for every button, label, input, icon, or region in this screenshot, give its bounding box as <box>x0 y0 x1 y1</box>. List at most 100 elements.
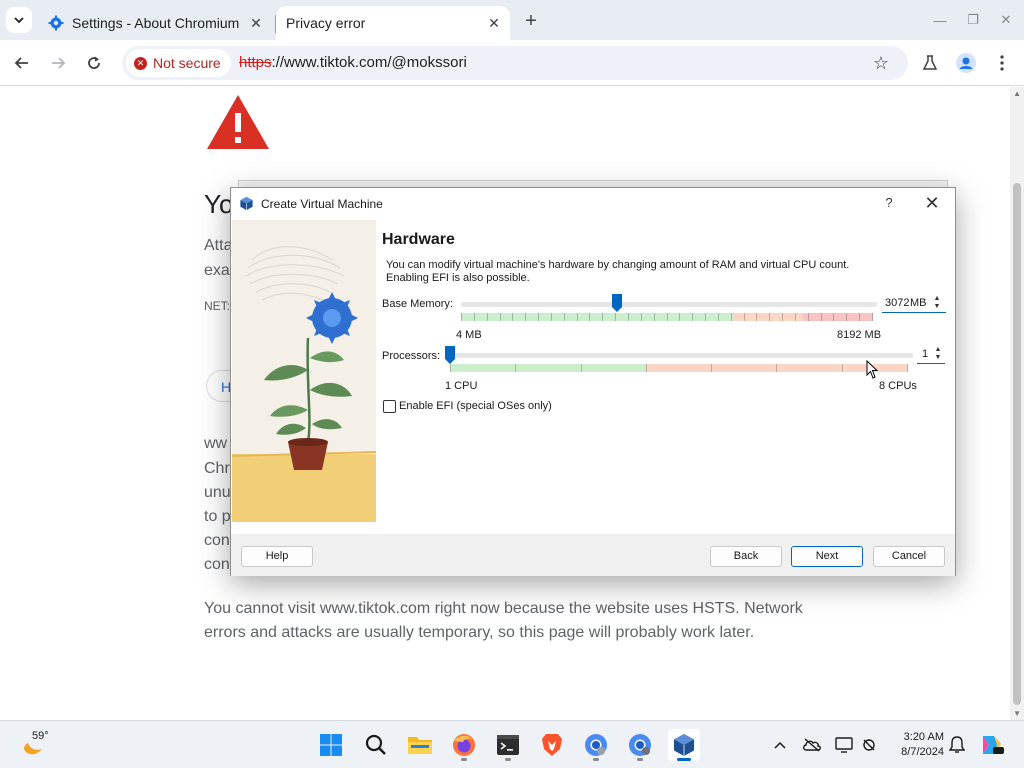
scrollbar-thumb[interactable] <box>1013 183 1021 705</box>
processors-spinbox[interactable]: 1 ▲ ▼ <box>917 346 945 364</box>
kebab-menu-icon[interactable] <box>990 51 1014 75</box>
page-text: con <box>204 532 230 549</box>
back-button[interactable]: Back <box>710 546 782 567</box>
scale-tick <box>846 313 847 321</box>
processors-value: 1 <box>922 348 929 360</box>
page-text: Atta <box>204 237 233 254</box>
memory-spinbox[interactable]: 3072 MB ▲ ▼ <box>882 295 946 313</box>
memory-slider-handle[interactable] <box>612 294 622 312</box>
processors-min-label: 1 CPU <box>445 380 478 392</box>
labs-flask-icon[interactable] <box>918 51 942 75</box>
file-explorer-icon[interactable] <box>404 729 436 761</box>
page-text: con <box>204 556 230 573</box>
weather-temperature[interactable]: 59° <box>32 730 49 742</box>
security-chip[interactable]: ✕ Not secure <box>126 49 231 77</box>
chromium-alt-icon[interactable] <box>624 729 656 761</box>
copilot-icon[interactable] <box>980 735 1004 755</box>
memory-max-label: 8192 MB <box>837 329 882 341</box>
onedrive-icon[interactable] <box>802 735 822 755</box>
scale-tick <box>872 313 873 321</box>
network-icon[interactable] <box>860 735 880 755</box>
close-window-icon[interactable]: ✕ <box>996 10 1016 30</box>
minimize-icon[interactable]: — <box>930 10 950 30</box>
page-scrollbar[interactable]: ▲ ▼ <box>1010 87 1024 720</box>
running-indicator <box>677 758 691 761</box>
description-line: Enabling EFI is also possible. <box>386 272 530 284</box>
address-bar[interactable]: ✕ Not secure https://www.tiktok.com/@mok… <box>122 46 908 80</box>
scale-tick <box>577 313 578 321</box>
brave-icon[interactable] <box>536 729 568 761</box>
new-tab-button[interactable]: + <box>520 10 542 32</box>
display-icon[interactable] <box>834 735 854 755</box>
url-scheme: https <box>239 54 272 71</box>
page-text: to p <box>204 508 231 525</box>
close-icon[interactable]: ✕ <box>922 193 942 213</box>
chevron-down-icon <box>14 17 24 24</box>
scale-tick <box>692 313 693 321</box>
close-tab-icon[interactable]: ✕ <box>484 13 504 33</box>
help-icon[interactable]: ? <box>881 195 897 211</box>
running-indicator <box>461 758 467 761</box>
create-vm-dialog: Create Virtual Machine ? ✕ Hardware You … <box>230 187 956 576</box>
bookmark-star-icon[interactable]: ☆ <box>872 53 890 73</box>
terminal-icon[interactable] <box>492 729 524 761</box>
memory-unit: MB <box>910 297 927 309</box>
page-text: exa <box>204 262 230 279</box>
scale-tick <box>602 313 603 321</box>
search-icon[interactable] <box>360 729 392 761</box>
url-rest: ://www.tiktok.com/@mokssori <box>271 54 467 71</box>
clock-date: 8/7/2024 <box>901 746 944 758</box>
maximize-icon[interactable]: ❐ <box>963 10 983 30</box>
virtualbox-icon[interactable] <box>668 729 700 761</box>
firefox-icon[interactable] <box>448 729 480 761</box>
chevron-up-icon[interactable] <box>770 735 790 755</box>
forward-arrow-icon[interactable] <box>46 51 70 75</box>
memory-value: 3072 <box>885 297 910 309</box>
scale-tick <box>615 313 616 321</box>
spin-arrows-icon[interactable]: ▲ ▼ <box>931 295 943 313</box>
scale-tick <box>589 313 590 321</box>
scale-tick <box>538 313 539 321</box>
tab-privacy-error[interactable]: Privacy error ✕ <box>276 6 510 40</box>
running-indicator <box>505 758 511 761</box>
processors-slider-handle[interactable] <box>445 346 455 364</box>
next-button[interactable]: Next <box>791 546 863 567</box>
system-clock[interactable]: 3:20 AM 8/7/2024 <box>888 730 944 760</box>
scale-tick <box>628 313 629 321</box>
page-text: ww <box>204 435 228 452</box>
help-button[interactable]: Help <box>241 546 313 567</box>
mouse-cursor-icon <box>866 360 878 379</box>
tab-search-button[interactable] <box>6 7 32 33</box>
close-tab-icon[interactable]: ✕ <box>246 13 266 33</box>
scale-tick <box>500 313 501 321</box>
page-text: unu <box>204 484 231 501</box>
notification-bell-icon[interactable] <box>947 735 967 755</box>
processors-slider-groove[interactable] <box>445 353 913 358</box>
scale-tick <box>833 313 834 321</box>
scale-tick <box>487 313 488 321</box>
efi-checkbox[interactable] <box>383 400 396 413</box>
profile-avatar-icon[interactable] <box>954 51 978 75</box>
start-icon[interactable] <box>315 729 347 761</box>
reload-icon[interactable] <box>82 51 106 75</box>
chromium-icon[interactable] <box>580 729 612 761</box>
efi-label[interactable]: Enable EFI (special OSes only) <box>399 400 552 412</box>
scale-tick <box>795 313 796 321</box>
memory-slider-groove[interactable] <box>461 302 877 307</box>
cancel-button[interactable]: Cancel <box>873 546 945 567</box>
scroll-up-icon[interactable]: ▲ <box>1013 89 1021 98</box>
spin-arrows-icon[interactable]: ▲ ▼ <box>932 346 944 364</box>
tab-settings[interactable]: Settings - About Chromium ✕ <box>36 6 276 40</box>
browser-toolbar: ✕ Not secure https://www.tiktok.com/@mok… <box>0 40 1024 86</box>
scale-tick <box>744 313 745 321</box>
url-text[interactable]: https://www.tiktok.com/@mokssori <box>239 54 467 71</box>
memory-scale-ticks <box>461 313 873 321</box>
dialog-titlebar[interactable]: Create Virtual Machine ? ✕ <box>231 188 955 220</box>
back-arrow-icon[interactable] <box>10 51 34 75</box>
scale-tick <box>641 313 642 321</box>
scale-tick <box>525 313 526 321</box>
scroll-down-icon[interactable]: ▼ <box>1013 709 1021 718</box>
page-text: Chr <box>204 460 230 477</box>
running-indicator <box>637 758 643 761</box>
processors-max-label: 8 CPUs <box>879 380 917 392</box>
